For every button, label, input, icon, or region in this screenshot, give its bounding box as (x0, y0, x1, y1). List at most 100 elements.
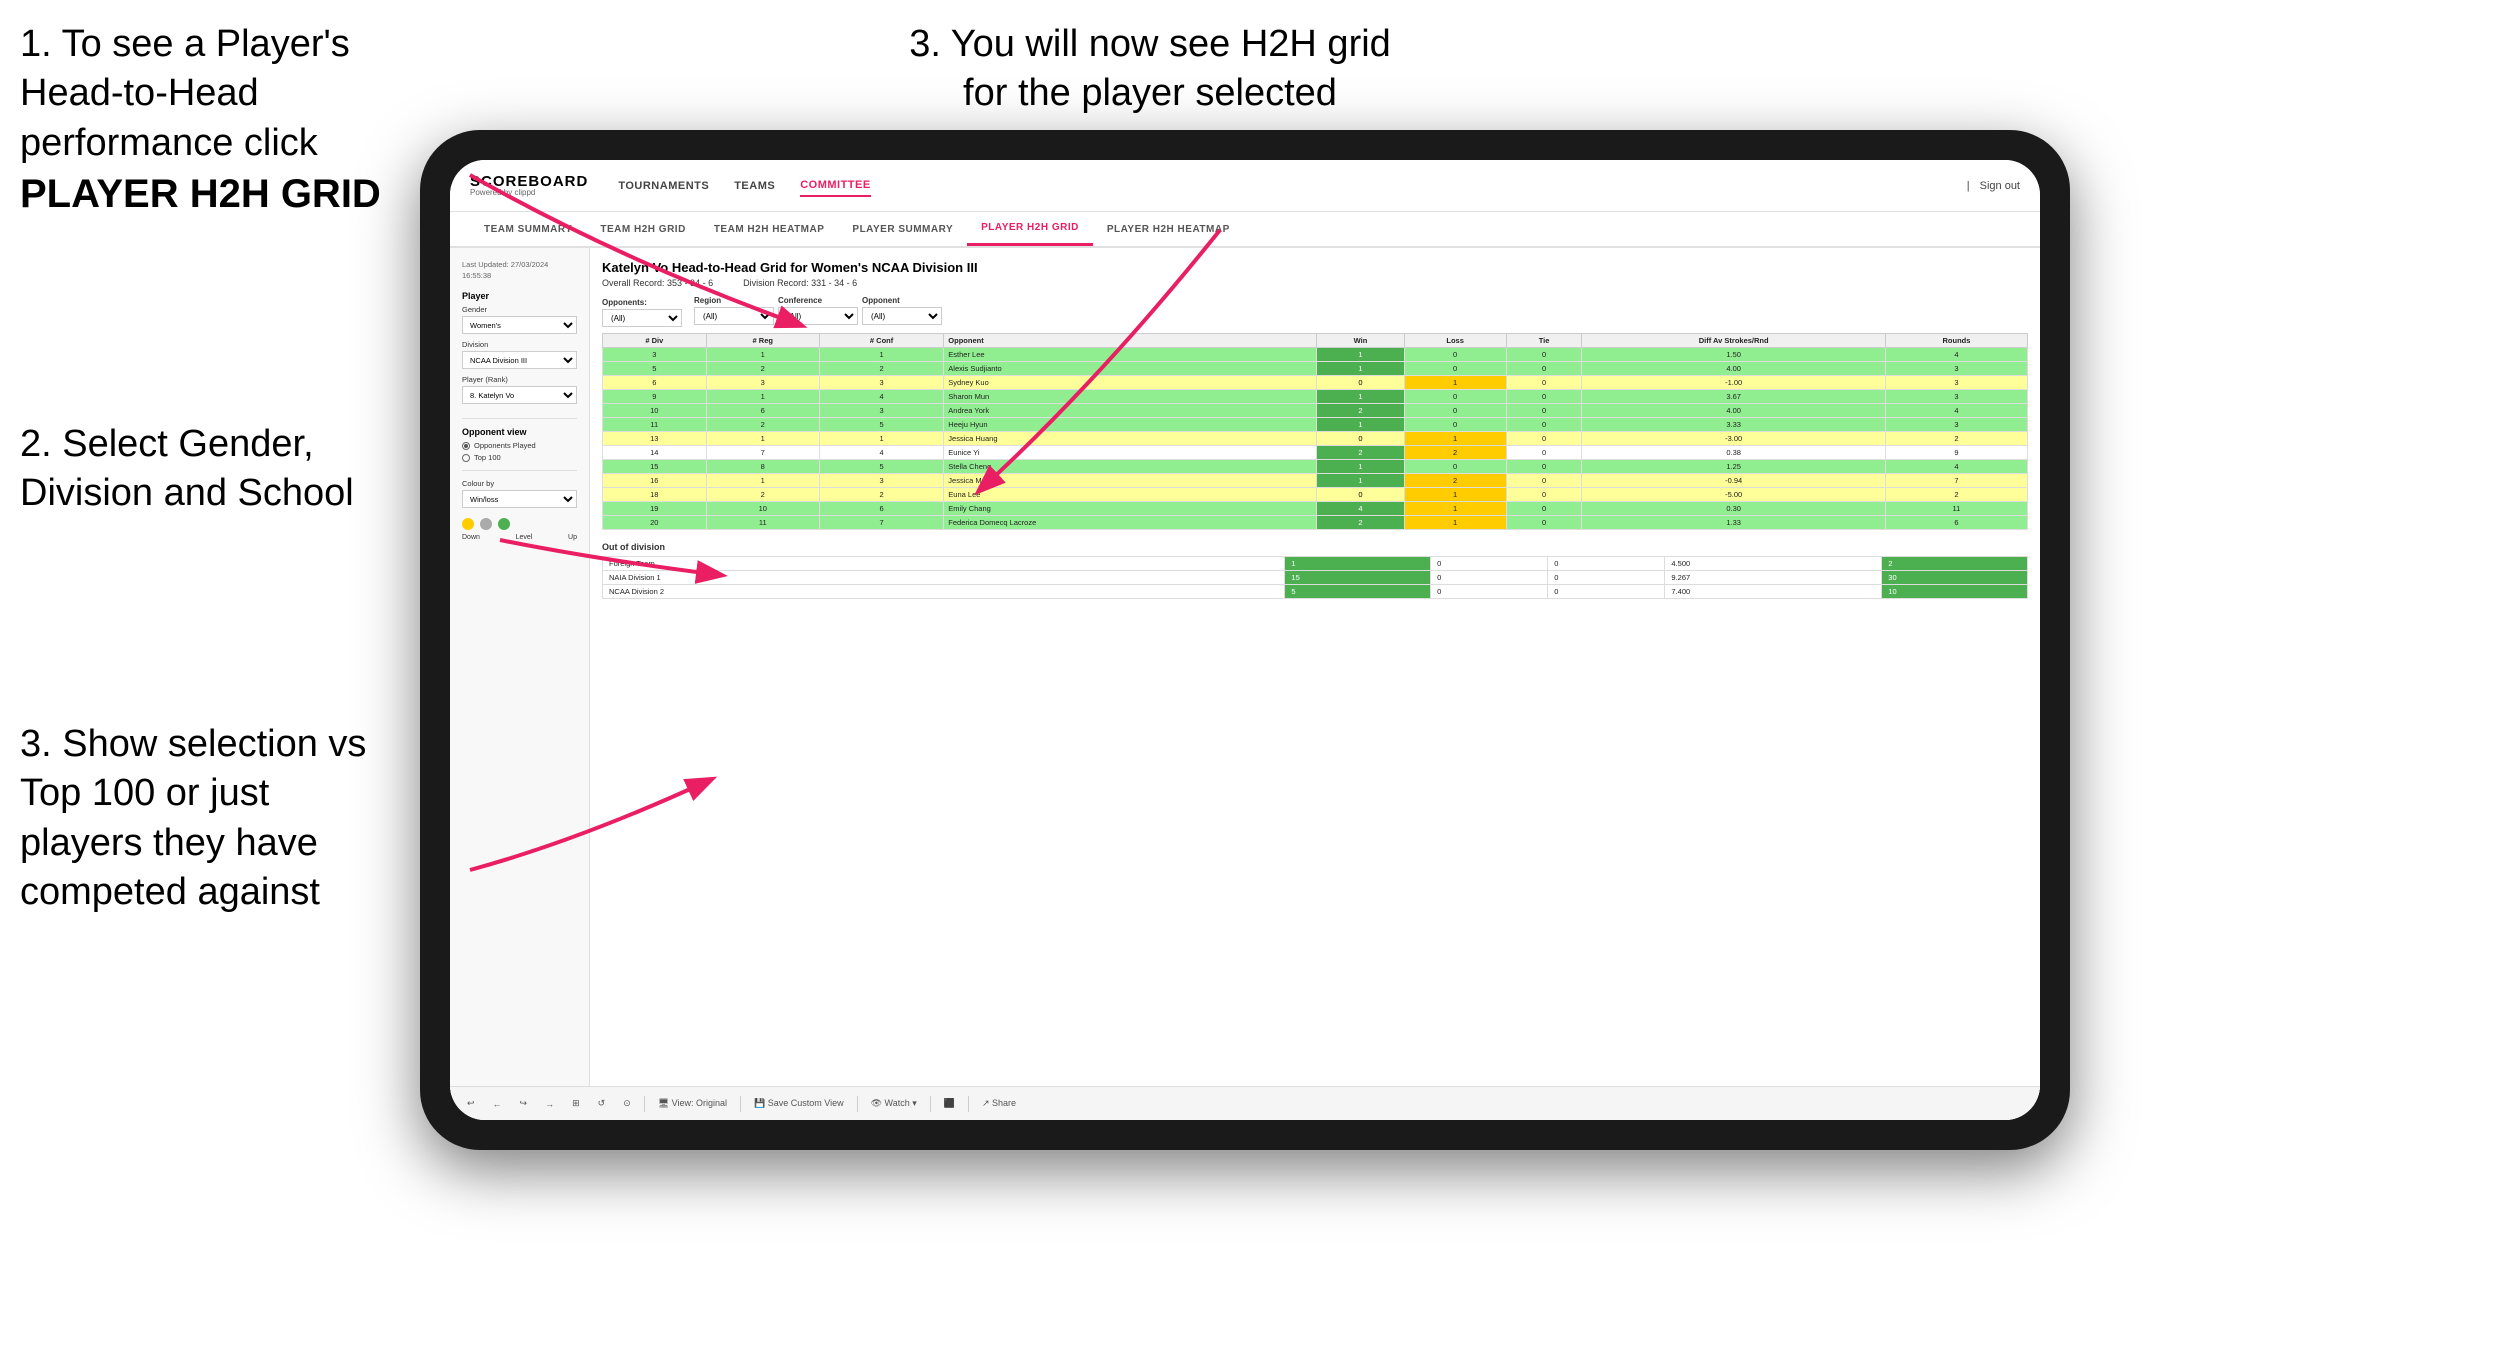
toolbar-watch[interactable]: 👁 Watch ▾ (866, 1096, 922, 1111)
toolbar-forward[interactable]: → (540, 1097, 559, 1111)
division-record-value: 331 - 34 - 6 (811, 278, 857, 288)
sub-nav-team-summary[interactable]: TEAM SUMMARY (470, 212, 586, 246)
sub-nav-team-heatmap[interactable]: TEAM H2H HEATMAP (700, 212, 839, 246)
colour-by-select[interactable]: Win/loss (462, 490, 577, 508)
toolbar-share[interactable]: ↗ Share (977, 1096, 1021, 1111)
app-logo: SCOREBOARD Powered by clippd (470, 174, 588, 197)
toolbar-export[interactable]: ⬛ (939, 1096, 960, 1111)
main-content: Last Updated: 27/03/2024 16:55:38 Player… (450, 248, 2040, 1120)
sidebar-divider-2 (462, 470, 577, 471)
radio-opponents-played[interactable]: Opponents Played (462, 441, 577, 450)
th-rounds: Rounds (1885, 334, 2027, 348)
sub-nav-player-heatmap[interactable]: PLAYER H2H HEATMAP (1093, 212, 1244, 246)
radio-label-top100: Top 100 (474, 453, 501, 462)
toolbar-sep-5 (968, 1096, 969, 1112)
player-rank-select[interactable]: 8. Katelyn Vo (462, 386, 577, 404)
colour-down (462, 518, 474, 530)
toolbar-undo[interactable]: ↩ (462, 1096, 480, 1111)
filter-region-label: Region (694, 296, 774, 305)
filters-row: Opponents: (All) Region (All) (602, 296, 2028, 327)
th-conf: # Conf (819, 334, 943, 348)
table-row: 13 1 1 Jessica Huang 0 1 0 -3.00 2 (603, 432, 2028, 446)
toolbar-sep-1 (644, 1096, 645, 1112)
division-select[interactable]: NCAA Division III NCAA Division I NCAA D… (462, 351, 577, 369)
table-row: 5 2 2 Alexis Sudjianto 1 0 0 4.00 3 (603, 362, 2028, 376)
sidebar-timestamp: Last Updated: 27/03/2024 16:55:38 (462, 260, 577, 281)
data-title: Katelyn Vo Head-to-Head Grid for Women's… (602, 260, 2028, 275)
toolbar-sep-2 (740, 1096, 741, 1112)
opponent-view-section: Opponent view Opponents Played Top 100 (462, 427, 577, 462)
logo-sub: Powered by clippd (470, 189, 588, 197)
filter-conference-label: Conference (778, 296, 858, 305)
colour-section: Colour by Win/loss Down Level Up (462, 479, 577, 541)
gender-select[interactable]: Women's Men's (462, 316, 577, 334)
colour-level (480, 518, 492, 530)
sidebar-division-label: Division (462, 340, 577, 349)
h2h-table: # Div # Reg # Conf Opponent Win Loss Tie… (602, 333, 2028, 530)
toolbar-save-custom[interactable]: 💾 Save Custom View (749, 1096, 849, 1111)
nav-tournaments[interactable]: TOURNAMENTS (618, 176, 709, 196)
instruction-step3-right: 3. You will now see H2H grid for the pla… (900, 20, 1400, 119)
sub-nav-team-h2h[interactable]: TEAM H2H GRID (586, 212, 699, 246)
overall-record-label: Overall Record: (602, 278, 665, 288)
filter-region-select[interactable]: (All) (694, 307, 774, 325)
filter-opponents-label: Opponents: (602, 298, 682, 307)
instruction-step2: 2. Select Gender, Division and School (20, 420, 400, 519)
step3-left-text: 3. Show selection vs Top 100 or just pla… (20, 723, 366, 913)
filter-opponent-select[interactable]: (All) (862, 307, 942, 325)
toolbar-grid[interactable]: ⊞ (567, 1096, 585, 1111)
sub-navigation: TEAM SUMMARY TEAM H2H GRID TEAM H2H HEAT… (450, 212, 2040, 248)
out-div-row: NCAA Division 2 5 0 0 7.400 10 (603, 585, 2028, 599)
division-record: Division Record: 331 - 34 - 6 (743, 278, 857, 288)
step2-text: 2. Select Gender, Division and School (20, 423, 354, 514)
header-right: | Sign out (1967, 180, 2020, 192)
filter-region: Region (All) (694, 296, 774, 325)
division-record-label: Division Record: (743, 278, 809, 288)
th-win: Win (1317, 334, 1404, 348)
step1-text: 1. To see a Player's Head-to-Head perfor… (20, 23, 350, 164)
toolbar-refresh[interactable]: ↺ (593, 1096, 611, 1111)
filter-group-opponents: Opponents: (All) (602, 298, 682, 327)
out-of-division-title: Out of division (602, 542, 2028, 552)
filter-opponent: Opponent (All) (862, 296, 942, 325)
colour-legend-labels: Down Level Up (462, 534, 577, 541)
sidebar-player-rank-label: Player (Rank) (462, 375, 577, 384)
table-row: 3 1 1 Esther Lee 1 0 0 1.50 4 (603, 348, 2028, 362)
sub-nav-player-summary[interactable]: PLAYER SUMMARY (838, 212, 967, 246)
table-row: 9 1 4 Sharon Mun 1 0 0 3.67 3 (603, 390, 2028, 404)
table-row: 18 2 2 Euna Lee 0 1 0 -5.00 2 (603, 488, 2028, 502)
sidebar: Last Updated: 27/03/2024 16:55:38 Player… (450, 248, 590, 1120)
toolbar-back[interactable]: ← (488, 1097, 507, 1111)
nav-committee[interactable]: COMMITTEE (800, 175, 871, 197)
h2h-table-wrapper: # Div # Reg # Conf Opponent Win Loss Tie… (602, 333, 2028, 530)
colour-up-label: Up (568, 534, 577, 541)
nav-teams[interactable]: TEAMS (734, 176, 775, 196)
step3-right-text: 3. You will now see H2H grid for the pla… (909, 23, 1391, 114)
table-row: 14 7 4 Eunice Yi 2 2 0 0.38 9 (603, 446, 2028, 460)
data-area: Katelyn Vo Head-to-Head Grid for Women's… (590, 248, 2040, 1120)
radio-top100[interactable]: Top 100 (462, 453, 577, 462)
sign-out-link[interactable]: Sign out (1980, 180, 2020, 192)
out-div-table: Foreign Team 1 0 0 4.500 2 NAIA Division… (602, 556, 2028, 599)
table-row: 6 3 3 Sydney Kuo 0 1 0 -1.00 3 (603, 376, 2028, 390)
radio-dot-top100 (462, 454, 470, 462)
toolbar-clock[interactable]: ⊙ (618, 1096, 636, 1111)
toolbar-sep-4 (930, 1096, 931, 1112)
table-row: 10 6 3 Andrea York 2 0 0 4.00 4 (603, 404, 2028, 418)
opponent-view-title: Opponent view (462, 427, 577, 437)
sub-nav-player-h2h[interactable]: PLAYER H2H GRID (967, 212, 1093, 246)
toolbar-redo[interactable]: ↪ (515, 1096, 533, 1111)
filter-conference-select[interactable]: (All) (778, 307, 858, 325)
th-diff: Diff Av Strokes/Rnd (1582, 334, 1885, 348)
colour-level-label: Level (516, 534, 533, 541)
data-records: Overall Record: 353 - 34 - 6 Division Re… (602, 278, 2028, 288)
sidebar-player-title: Player (462, 291, 577, 301)
instruction-step3-left: 3. Show selection vs Top 100 or just pla… (20, 720, 400, 918)
step1-bold: PLAYER H2H GRID (20, 172, 381, 216)
filter-opponents-select[interactable]: (All) (602, 309, 682, 327)
out-of-division: Out of division Foreign Team 1 0 0 4.500… (602, 542, 2028, 599)
th-loss: Loss (1404, 334, 1506, 348)
sidebar-gender-label: Gender (462, 305, 577, 314)
toolbar-view-original[interactable]: 🖥 View: Original (653, 1096, 732, 1111)
th-reg: # Reg (706, 334, 819, 348)
